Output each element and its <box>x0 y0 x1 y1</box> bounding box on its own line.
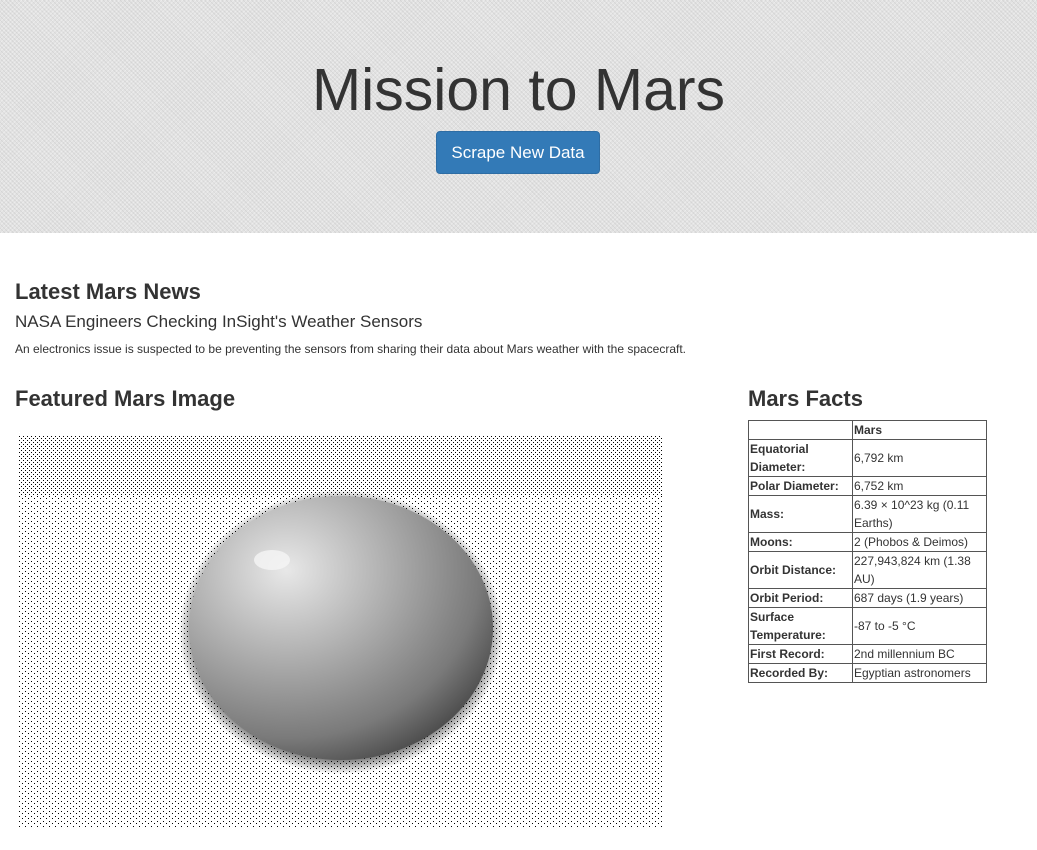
fact-label: Recorded By: <box>748 663 853 683</box>
table-row: First Record: 2nd millennium BC <box>748 644 987 664</box>
table-row: Recorded By: Egyptian astronomers <box>748 663 987 683</box>
table-row: Orbit Distance: 227,943,824 km (1.38 AU) <box>748 551 987 589</box>
fact-value: 6.39 × 10^23 kg (0.11 Earths) <box>852 495 987 533</box>
table-row: Moons: 2 (Phobos & Deimos) <box>748 532 987 552</box>
jumbotron-header: Mission to Mars Scrape New Data <box>0 0 1037 233</box>
fact-value: 6,752 km <box>852 476 987 496</box>
table-row: Orbit Period: 687 days (1.9 years) <box>748 588 987 608</box>
fact-label: Mass: <box>748 495 853 533</box>
fact-label: Orbit Distance: <box>748 551 853 589</box>
mars-facts-heading: Mars Facts <box>748 386 863 411</box>
table-row: Mass: 6.39 × 10^23 kg (0.11 Earths) <box>748 495 987 533</box>
dithered-top-band <box>19 436 662 496</box>
featured-mars-image <box>19 436 662 828</box>
planet-highlight <box>254 550 290 570</box>
fact-value: 227,943,824 km (1.38 AU) <box>852 551 987 589</box>
fact-label: Moons: <box>748 532 853 552</box>
table-header-empty <box>748 420 853 440</box>
news-paragraph: An electronics issue is suspected to be … <box>15 342 687 356</box>
fact-value: Egyptian astronomers <box>852 663 987 683</box>
fact-value: -87 to -5 °C <box>852 607 987 645</box>
fact-label: Equatorial Diameter: <box>748 439 853 477</box>
fact-label: Polar Diameter: <box>748 476 853 496</box>
featured-image-heading: Featured Mars Image <box>15 386 236 411</box>
mars-facts-table: Mars Equatorial Diameter: 6,792 km Polar… <box>748 420 987 683</box>
fact-value: 2 (Phobos & Deimos) <box>852 532 987 552</box>
table-row: Equatorial Diameter: 6,792 km <box>748 439 987 477</box>
news-title: NASA Engineers Checking InSight's Weathe… <box>15 312 423 331</box>
scrape-new-data-button[interactable]: Scrape New Data <box>436 131 600 174</box>
fact-label: Orbit Period: <box>748 588 853 608</box>
table-row: Surface Temperature: -87 to -5 °C <box>748 607 987 645</box>
table-header-mars: Mars <box>852 420 987 440</box>
table-header-row: Mars <box>748 420 987 440</box>
table-row: Polar Diameter: 6,752 km <box>748 476 987 496</box>
fact-label: First Record: <box>748 644 853 664</box>
fact-value: 6,792 km <box>852 439 987 477</box>
fact-value: 687 days (1.9 years) <box>852 588 987 608</box>
planet-body <box>189 496 493 760</box>
page-title: Mission to Mars <box>311 57 726 123</box>
fact-value: 2nd millennium BC <box>852 644 987 664</box>
fact-label: Surface Temperature: <box>748 607 853 645</box>
news-section-heading: Latest Mars News <box>15 279 201 304</box>
